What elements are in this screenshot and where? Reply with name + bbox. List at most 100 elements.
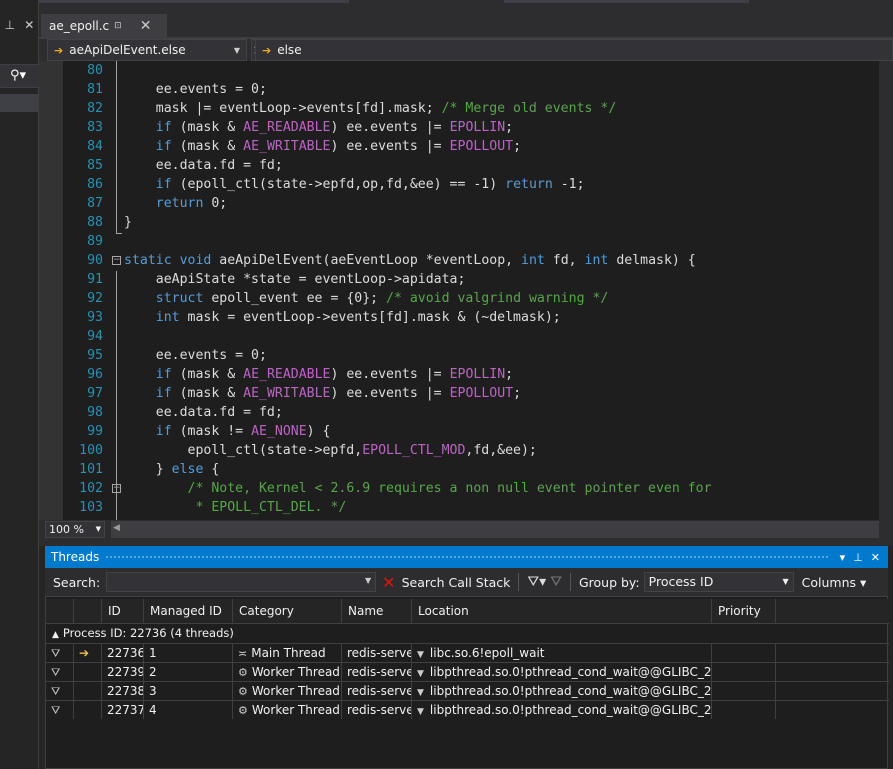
column-header-name[interactable]: Name (342, 599, 412, 624)
location-cell[interactable]: ▼ libpthread.so.0!pthread_cond_wait@@GLIB… (412, 701, 712, 719)
code-line[interactable]: 96 if (mask & AE_READABLE) ee.events |= … (39, 365, 893, 384)
flag-cell[interactable]: ⛛ (46, 644, 74, 662)
column-header-flag[interactable] (46, 599, 74, 624)
chevron-down-icon[interactable]: ▼ (365, 576, 371, 585)
tab-ae-epoll-c[interactable]: ae_epoll.c ⊡ ✕ (41, 14, 167, 37)
thread-id-cell-text: 22737 (107, 703, 144, 717)
location-cell[interactable]: ▼ libpthread.so.0!pthread_cond_wait@@GLIB… (412, 663, 712, 681)
code-line[interactable]: 84 if (mask & AE_WRITABLE) ee.events |= … (39, 137, 893, 156)
column-header-id[interactable]: ID (102, 599, 144, 624)
flag-icon[interactable]: ⛛ (51, 666, 60, 679)
toolbar-separator (569, 573, 571, 591)
collapse-icon[interactable]: ▲ (52, 630, 59, 640)
category-text: Worker Thread (251, 684, 340, 698)
thread-row[interactable]: ⛛ ➔ 22736 1 ≍ Main Thread redis-server ▼ libc.so… (46, 643, 889, 662)
horizontal-scrollbar[interactable]: ◀ (111, 521, 879, 538)
member-dropdown[interactable]: ➔ else (255, 39, 893, 61)
pin-icon[interactable]: ⊥ (5, 18, 15, 32)
code-line[interactable]: 97 if (mask & AE_WRITABLE) ee.events |= … (39, 384, 893, 403)
chevron-down-icon: ▼ (782, 577, 789, 586)
group-header-row[interactable]: ▲ Process ID: 22736 (4 threads) (46, 624, 889, 643)
code-line[interactable]: 82 mask |= eventLoop->events[fd].mask; /… (39, 99, 893, 118)
left-selected-item[interactable] (0, 94, 39, 112)
code-line[interactable]: 102− /* Note, Kernel < 2.6.9 requires a … (39, 479, 893, 498)
code-token: if (155, 120, 172, 135)
flag-filter-icon[interactable]: ⛛▾ (527, 574, 546, 590)
search-call-stack-button[interactable]: Search Call Stack (402, 575, 511, 590)
thread-name-cell-text: redis-server (347, 703, 412, 717)
pin-tab-icon[interactable]: ⊡ (114, 21, 122, 31)
code-line[interactable]: 81 ee.events = 0; (39, 80, 893, 99)
column-header-priority[interactable]: Priority (712, 599, 776, 624)
threads-title-bar[interactable]: Threads ▾ ⊥ ✕ (45, 546, 888, 568)
code-line[interactable]: 95 ee.events = 0; (39, 346, 893, 365)
managed-id-cell: 1 (144, 644, 233, 662)
code-line[interactable]: 86 if (epoll_ctl(state->epfd,op,fd,&ee) … (39, 175, 893, 194)
code-token: /* avoid valgrind warning */ (386, 291, 609, 306)
flag-cell[interactable]: ⛛ (46, 682, 74, 700)
category-text: Worker Thread (251, 665, 340, 679)
code-line[interactable]: 90− static void aeApiDelEvent(aeEventLoop… (39, 251, 893, 270)
flag-cell[interactable]: ⛛ (46, 701, 74, 719)
code-line[interactable]: 101 } else { (39, 460, 893, 479)
member-arrow-icon: ➔ (262, 43, 272, 57)
flag-icon[interactable]: ⛛ (51, 647, 60, 660)
close-icon[interactable]: ✕ (871, 551, 880, 564)
code-line[interactable]: 87 return 0; (39, 194, 893, 213)
close-tab-icon[interactable]: ✕ (140, 18, 152, 34)
window-menu-icon[interactable]: ▾ (840, 551, 846, 564)
search-input[interactable]: ▼ (106, 572, 377, 592)
close-icon[interactable]: ✕ (24, 18, 34, 32)
scope-dropdown[interactable]: ➔ aeApiDelEvent.else ▼ (47, 39, 247, 61)
scroll-left-icon[interactable]: ◀ (113, 523, 120, 533)
code-line[interactable]: 80 (39, 61, 893, 80)
column-header-category[interactable]: Category (233, 599, 342, 624)
vertical-scrollbar[interactable] (879, 61, 893, 520)
chevron-down-icon[interactable]: ▼ (417, 669, 424, 679)
code-line[interactable]: 100 epoll_ctl(state->epfd,EPOLL_CTL_MOD,… (39, 441, 893, 460)
location-cell[interactable]: ▼ libpthread.so.0!pthread_cond_wait@@GLIB… (412, 682, 712, 700)
code-token: EPOLL_CTL_MOD (362, 443, 466, 458)
search-icon[interactable]: ⚲▾ (0, 64, 39, 88)
flag-cell[interactable]: ⛛ (46, 663, 74, 681)
thread-row[interactable]: ⛛ 22739 2 ⚙ Worker Thread redis-server ▼ libpth… (46, 662, 889, 681)
columns-label: Columns (801, 574, 857, 590)
code-text: ee.data.fd = fd; (124, 156, 283, 175)
column-header-current[interactable] (74, 599, 102, 624)
code-line[interactable]: 88} (39, 213, 893, 232)
code-line[interactable]: 98 ee.data.fd = fd; (39, 403, 893, 422)
column-header-managed-id[interactable]: Managed ID (144, 599, 233, 624)
code-line[interactable]: 92 struct epoll_event ee = {0}; /* avoid… (39, 289, 893, 308)
columns-button[interactable]: Columns ▾ (802, 575, 867, 590)
code-token: ee.events = 0; (124, 348, 267, 363)
code-line[interactable]: 94 (39, 327, 893, 346)
code-line[interactable]: 93 int mask = eventLoop->events[fd].mask… (39, 308, 893, 327)
flag-filter-clear-icon[interactable]: ⛛ (550, 574, 562, 590)
flag-icon[interactable]: ⛛ (51, 685, 60, 698)
location-text: libc.so.6!epoll_wait (429, 646, 545, 660)
pin-icon[interactable]: ⊥ (853, 551, 863, 564)
code-line[interactable]: 83 if (mask & AE_READABLE) ee.events |= … (39, 118, 893, 137)
code-line[interactable]: 103 * EPOLL_CTL_DEL. */ (39, 498, 893, 517)
code-editor[interactable]: 80 81 ee.events = 0; 82 mask |= eventLoop-… (39, 61, 893, 520)
thread-row[interactable]: ⛛ 22737 4 ⚙ Worker Thread redis-server ▼ libpth… (46, 700, 889, 719)
collapse-icon[interactable]: − (112, 484, 121, 493)
zoom-dropdown[interactable]: 100 % ▼ (45, 521, 105, 538)
code-text: * EPOLL_CTL_DEL. */ (124, 498, 346, 517)
group-by-dropdown[interactable]: Process ID ▼ (643, 572, 794, 592)
chevron-down-icon[interactable]: ▼ (417, 650, 424, 660)
code-line[interactable]: 99 if (mask != AE_NONE) { (39, 422, 893, 441)
clear-search-icon[interactable]: ✕ (382, 573, 395, 592)
code-line[interactable]: 89 (39, 232, 893, 251)
chevron-down-icon[interactable]: ▼ (417, 707, 424, 717)
location-cell[interactable]: ▼ libc.so.6!epoll_wait (412, 644, 712, 662)
collapse-icon[interactable]: − (112, 256, 121, 265)
flag-icon[interactable]: ⛛ (51, 704, 60, 717)
chevron-down-icon[interactable]: ▼ (417, 688, 424, 698)
left-tool-header: ⊥ ✕ (0, 14, 39, 36)
thread-row[interactable]: ⛛ 22738 3 ⚙ Worker Thread redis-server ▼ libpth… (46, 681, 889, 700)
code-line[interactable]: 85 ee.data.fd = fd; (39, 156, 893, 175)
code-line[interactable]: 91 aeApiState *state = eventLoop->apidat… (39, 270, 893, 289)
column-header-location[interactable]: Location (412, 599, 712, 624)
